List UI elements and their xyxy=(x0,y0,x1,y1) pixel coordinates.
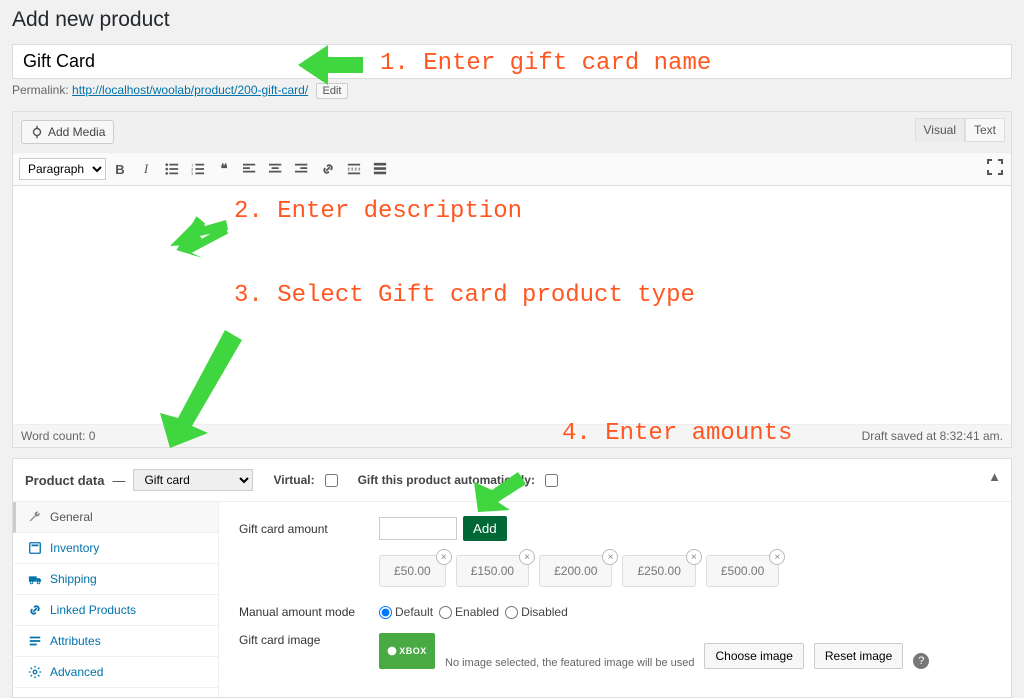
tab-text[interactable]: Text xyxy=(965,118,1005,142)
tab-attributes[interactable]: Attributes xyxy=(13,626,218,657)
chip-remove-button[interactable]: × xyxy=(519,549,535,565)
reset-image-button[interactable]: Reset image xyxy=(814,643,903,669)
image-hint: No image selected, the featured image wi… xyxy=(445,657,694,669)
page-title: Add new product xyxy=(12,8,1012,32)
svg-text:3: 3 xyxy=(191,171,194,176)
format-select[interactable]: Paragraph xyxy=(19,158,106,180)
manual-mode-enabled[interactable]: Enabled xyxy=(439,605,499,619)
link-icon xyxy=(28,603,42,617)
toolbar-toggle-button[interactable] xyxy=(368,157,392,181)
panel-collapse-button[interactable]: ▲ xyxy=(988,469,1001,484)
help-icon[interactable]: ? xyxy=(913,653,929,669)
align-center-button[interactable] xyxy=(264,157,288,181)
choose-image-button[interactable]: Choose image xyxy=(704,643,803,669)
add-amount-button[interactable]: Add xyxy=(463,516,507,541)
fullscreen-button[interactable] xyxy=(987,159,1003,178)
virtual-label: Virtual: xyxy=(273,473,314,487)
wrench-icon xyxy=(28,510,42,524)
amount-chip: £500.00× xyxy=(706,555,779,587)
permalink-link[interactable]: http://localhost/woolab/product/200-gift… xyxy=(72,83,308,97)
chip-remove-button[interactable]: × xyxy=(436,549,452,565)
virtual-checkbox[interactable] xyxy=(325,474,338,487)
product-data-title: Product data xyxy=(25,473,104,488)
amount-chip: £150.00× xyxy=(456,555,529,587)
tab-general[interactable]: General xyxy=(13,502,218,533)
gift-card-image-thumb[interactable]: XBOX xyxy=(379,633,435,669)
attributes-icon xyxy=(28,634,42,648)
gift-auto-label: Gift this product automatically: xyxy=(358,473,535,487)
tab-shipping[interactable]: Shipping xyxy=(13,564,218,595)
product-type-select[interactable]: Gift card xyxy=(133,469,253,491)
chip-remove-button[interactable]: × xyxy=(769,549,785,565)
amount-chips: £50.00× £150.00× £200.00× £250.00× £500.… xyxy=(379,555,991,587)
xbox-icon xyxy=(387,646,397,656)
gift-amount-label: Gift card amount xyxy=(239,522,379,536)
tab-advanced[interactable]: Advanced xyxy=(13,657,218,688)
permalink-label: Permalink: xyxy=(12,83,69,97)
draft-saved-status: Draft saved at 8:32:41 am. xyxy=(862,429,1003,443)
amount-chip: £50.00× xyxy=(379,555,446,587)
tab-inventory[interactable]: Inventory xyxy=(13,533,218,564)
gift-image-label: Gift card image xyxy=(239,633,379,647)
italic-button[interactable]: I xyxy=(134,157,158,181)
amount-chip: £200.00× xyxy=(539,555,612,587)
manual-mode-default[interactable]: Default xyxy=(379,605,433,619)
chip-remove-button[interactable]: × xyxy=(602,549,618,565)
align-left-button[interactable] xyxy=(238,157,262,181)
content-editor[interactable] xyxy=(13,186,1011,424)
align-right-button[interactable] xyxy=(290,157,314,181)
blockquote-button[interactable]: ❝ xyxy=(212,157,236,181)
numbered-list-button[interactable]: 123 xyxy=(186,157,210,181)
bulleted-list-button[interactable] xyxy=(160,157,184,181)
gift-amount-input[interactable] xyxy=(379,517,457,540)
chip-remove-button[interactable]: × xyxy=(686,549,702,565)
permalink-edit-button[interactable]: Edit xyxy=(316,83,349,99)
tab-linked-products[interactable]: Linked Products xyxy=(13,595,218,626)
inventory-icon xyxy=(28,541,42,555)
amount-chip: £250.00× xyxy=(622,555,695,587)
manual-mode-disabled[interactable]: Disabled xyxy=(505,605,568,619)
manual-mode-label: Manual amount mode xyxy=(239,605,379,619)
truck-icon xyxy=(28,572,42,586)
add-media-button[interactable]: Add Media xyxy=(21,120,114,144)
gift-auto-checkbox[interactable] xyxy=(545,474,558,487)
word-count: Word count: 0 xyxy=(21,429,95,443)
tab-visual[interactable]: Visual xyxy=(915,118,965,142)
gear-icon xyxy=(28,665,42,679)
insert-more-button[interactable] xyxy=(342,157,366,181)
product-title-input[interactable] xyxy=(12,44,1012,79)
bold-button[interactable]: B xyxy=(108,157,132,181)
link-button[interactable] xyxy=(316,157,340,181)
media-icon xyxy=(30,125,44,139)
